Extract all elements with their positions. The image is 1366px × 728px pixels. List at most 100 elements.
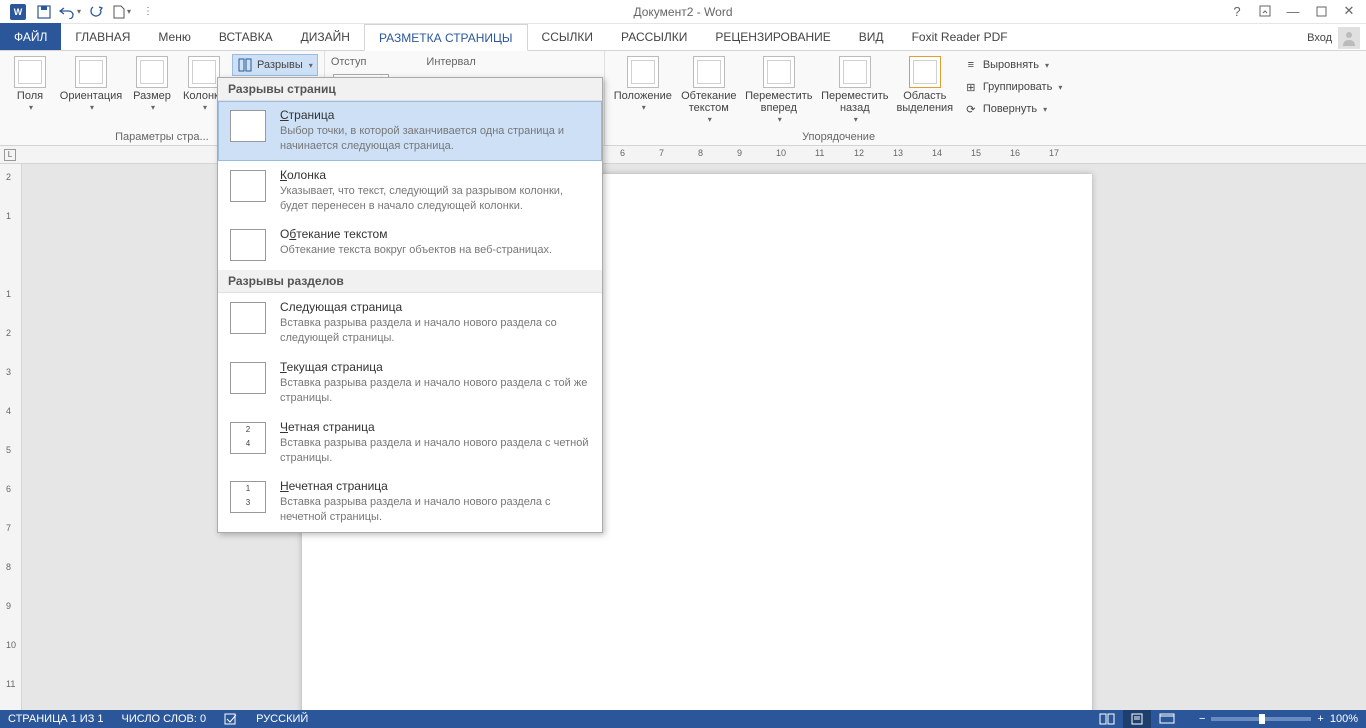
qat-customize-icon[interactable]: ⋮ (136, 1, 160, 23)
break-odd-page-title: Нечетная страница (280, 479, 592, 493)
break-page-icon (228, 108, 268, 144)
break-column[interactable]: КолонкаУказывает, что текст, следующий з… (218, 161, 602, 221)
breaks-dropdown: Разрывы страниц СтраницаВыбор точки, в к… (217, 77, 603, 533)
break-odd-page[interactable]: 13 Нечетная страницаВставка разрыва разд… (218, 472, 602, 532)
view-read-icon[interactable] (1093, 710, 1121, 728)
rotate-button[interactable]: ⟳Повернуть▾ (959, 98, 1067, 120)
group-arrange: Положение▾ Обтекание текстом▾ Переместит… (605, 51, 1073, 146)
break-next-page-title: Следующая страница (280, 300, 592, 314)
break-column-icon (228, 168, 268, 204)
status-bar: СТРАНИЦА 1 ИЗ 1 ЧИСЛО СЛОВ: 0 РУССКИЙ − … (0, 710, 1366, 728)
view-buttons (1093, 710, 1181, 728)
orientation-button[interactable]: Ориентация▾ (58, 54, 124, 115)
tab-selector-icon[interactable]: L (4, 149, 16, 161)
tab-view[interactable]: ВИД (845, 23, 898, 50)
selection-icon (909, 56, 941, 88)
maximize-icon[interactable] (1308, 0, 1334, 22)
redo-icon[interactable] (84, 1, 108, 23)
tab-menu[interactable]: Меню (144, 23, 204, 50)
size-button[interactable]: Размер▾ (128, 54, 176, 115)
new-doc-icon[interactable]: ▾ (110, 1, 134, 23)
zoom-controls: − + 100% (1199, 713, 1358, 725)
zoom-slider[interactable] (1211, 717, 1311, 721)
undo-icon[interactable]: ▾ (58, 1, 82, 23)
break-text-wrap-title: Обтекание текстом (280, 227, 592, 241)
send-backward-button[interactable]: Переместить назад▾ (819, 54, 891, 127)
group-icon: ⊞ (963, 79, 979, 95)
break-even-page[interactable]: 24 Четная страницаВставка разрыва раздел… (218, 413, 602, 473)
ribbon-tabs: ФАЙЛ ГЛАВНАЯ Меню ВСТАВКА ДИЗАЙН РАЗМЕТК… (0, 24, 1366, 51)
status-word-count[interactable]: ЧИСЛО СЛОВ: 0 (122, 713, 207, 725)
ruler-vertical[interactable]: 211234567891011 (0, 164, 22, 710)
forward-icon (763, 56, 795, 88)
tab-home[interactable]: ГЛАВНАЯ (61, 23, 144, 50)
break-next-page[interactable]: Следующая страницаВставка разрыва раздел… (218, 293, 602, 353)
quick-access-toolbar: W ▾ ▾ ⋮ (0, 1, 160, 23)
ribbon-options-icon[interactable] (1252, 0, 1278, 22)
view-web-icon[interactable] (1153, 710, 1181, 728)
margins-icon (14, 56, 46, 88)
align-icon: ≡ (963, 57, 979, 73)
group-arrange-label: Упорядочение (611, 131, 1067, 146)
close-icon[interactable]: ✕ (1336, 0, 1362, 22)
orientation-icon (75, 56, 107, 88)
group-button[interactable]: ⊞Группировать▾ (959, 76, 1067, 98)
break-column-title: Колонка (280, 168, 592, 182)
ruler-horizontal[interactable]: L 67891011121314151617 (0, 146, 1366, 164)
save-icon[interactable] (32, 1, 56, 23)
window-title: Документ2 - Word (633, 5, 732, 19)
position-icon (627, 56, 659, 88)
break-next-page-icon (228, 300, 268, 336)
tab-file[interactable]: ФАЙЛ (0, 23, 61, 50)
tab-references[interactable]: ССЫЛКИ (528, 23, 607, 50)
break-page[interactable]: СтраницаВыбор точки, в которой заканчива… (218, 101, 602, 161)
minimize-icon[interactable]: — (1280, 0, 1306, 22)
wrap-icon (693, 56, 725, 88)
tab-insert[interactable]: ВСТАВКА (205, 23, 287, 50)
status-proofing-icon[interactable] (224, 712, 238, 726)
backward-icon (839, 56, 871, 88)
bring-forward-button[interactable]: Переместить вперед▾ (743, 54, 815, 127)
dropdown-section-page-breaks: Разрывы страниц (218, 78, 602, 101)
help-icon[interactable]: ? (1224, 0, 1250, 22)
spacing-label: Интервал (426, 56, 475, 68)
position-button[interactable]: Положение▾ (611, 54, 675, 115)
zoom-level[interactable]: 100% (1330, 713, 1358, 725)
break-odd-page-icon: 13 (228, 479, 268, 515)
break-continuous-icon (228, 360, 268, 396)
break-continuous[interactable]: Текущая страницаВставка разрыва раздела … (218, 353, 602, 413)
sign-in-label: Вход (1307, 32, 1332, 44)
break-page-title: Страница (280, 108, 592, 122)
tab-mailings[interactable]: РАССЫЛКИ (607, 23, 701, 50)
dropdown-section-section-breaks: Разрывы разделов (218, 270, 602, 293)
break-text-wrap-icon (228, 227, 268, 263)
zoom-in-button[interactable]: + (1317, 713, 1323, 725)
word-app-icon[interactable]: W (6, 1, 30, 23)
tab-review[interactable]: РЕЦЕНЗИРОВАНИЕ (701, 23, 844, 50)
break-continuous-title: Текущая страница (280, 360, 592, 374)
indent-label: Отступ (331, 56, 367, 68)
view-print-icon[interactable] (1123, 710, 1151, 728)
size-icon (136, 56, 168, 88)
avatar-icon (1338, 27, 1360, 49)
wrap-button[interactable]: Обтекание текстом▾ (679, 54, 739, 127)
status-language[interactable]: РУССКИЙ (256, 713, 308, 725)
ribbon: Поля▾ Ориентация▾ Размер▾ Колонки▾ Разры… (0, 51, 1366, 146)
tab-foxit[interactable]: Foxit Reader PDF (898, 23, 1022, 50)
align-button[interactable]: ≡Выровнять▾ (959, 54, 1067, 76)
rotate-icon: ⟳ (963, 101, 979, 117)
margins-button[interactable]: Поля▾ (6, 54, 54, 115)
tab-design[interactable]: ДИЗАЙН (287, 23, 364, 50)
breaks-button[interactable]: Разрывы▾ (232, 54, 318, 76)
columns-icon (188, 56, 220, 88)
zoom-out-button[interactable]: − (1199, 713, 1205, 725)
selection-pane-button[interactable]: Область выделения (895, 54, 955, 116)
tab-page-layout[interactable]: РАЗМЕТКА СТРАНИЦЫ (364, 24, 528, 51)
sign-in[interactable]: Вход (1307, 27, 1360, 49)
breaks-icon (237, 57, 253, 73)
break-even-page-title: Четная страница (280, 420, 592, 434)
break-text-wrap[interactable]: Обтекание текстомОбтекание текста вокруг… (218, 220, 602, 270)
status-page[interactable]: СТРАНИЦА 1 ИЗ 1 (8, 713, 104, 725)
title-bar: W ▾ ▾ ⋮ Документ2 - Word ? — ✕ (0, 0, 1366, 24)
break-even-page-icon: 24 (228, 420, 268, 456)
